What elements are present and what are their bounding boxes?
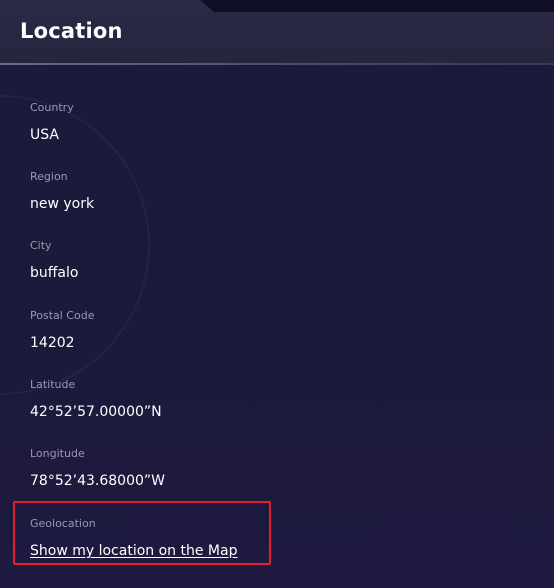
header-divider bbox=[0, 63, 554, 65]
location-panel: Location Country USA Region new york Cit… bbox=[0, 0, 554, 588]
country-label: Country bbox=[30, 101, 74, 114]
longitude-label: Longitude bbox=[30, 447, 85, 460]
city-value: buffalo bbox=[30, 265, 79, 281]
longitude-value: 78°52’43.68000”W bbox=[30, 473, 165, 489]
panel-title: Location bbox=[20, 19, 123, 43]
country-value: USA bbox=[30, 127, 59, 143]
field-country: Country USA bbox=[30, 101, 74, 144]
field-latitude: Latitude 42°52’57.00000”N bbox=[30, 378, 162, 421]
city-label: City bbox=[30, 239, 52, 252]
field-longitude: Longitude 78°52’43.68000”W bbox=[30, 447, 165, 490]
highlight-box bbox=[13, 501, 271, 565]
latitude-label: Latitude bbox=[30, 378, 76, 391]
region-label: Region bbox=[30, 170, 68, 183]
region-value: new york bbox=[30, 196, 95, 212]
field-region: Region new york bbox=[30, 170, 94, 213]
postal-code-value: 14202 bbox=[30, 335, 75, 351]
postal-code-label: Postal Code bbox=[30, 309, 95, 322]
field-city: City buffalo bbox=[30, 239, 78, 282]
latitude-value: 42°52’57.00000”N bbox=[30, 404, 162, 420]
field-postal-code: Postal Code 14202 bbox=[30, 309, 94, 352]
